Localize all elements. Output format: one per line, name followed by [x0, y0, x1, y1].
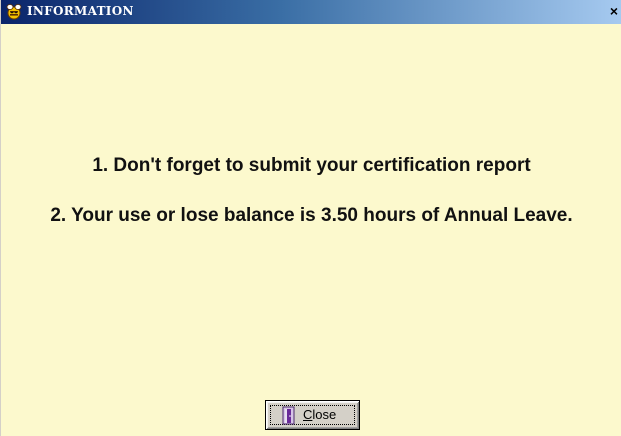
close-button-mnemonic: C: [303, 407, 313, 422]
dialog-title: INFORMATION: [27, 4, 134, 18]
close-button[interactable]: Close: [265, 400, 360, 430]
bee-icon: [6, 4, 22, 20]
message-line-2: 2. Your use or lose balance is 3.50 hour…: [50, 205, 573, 226]
information-dialog: INFORMATION × 1. Don't forget to submit …: [0, 0, 621, 436]
close-icon[interactable]: ×: [606, 3, 621, 20]
door-exit-icon: [282, 406, 295, 425]
close-button-label: Close: [303, 407, 336, 422]
close-button-label-rest: lose: [312, 407, 337, 422]
title-bar[interactable]: INFORMATION ×: [1, 0, 621, 24]
message-line-1: 1. Don't forget to submit your certifica…: [92, 155, 531, 176]
